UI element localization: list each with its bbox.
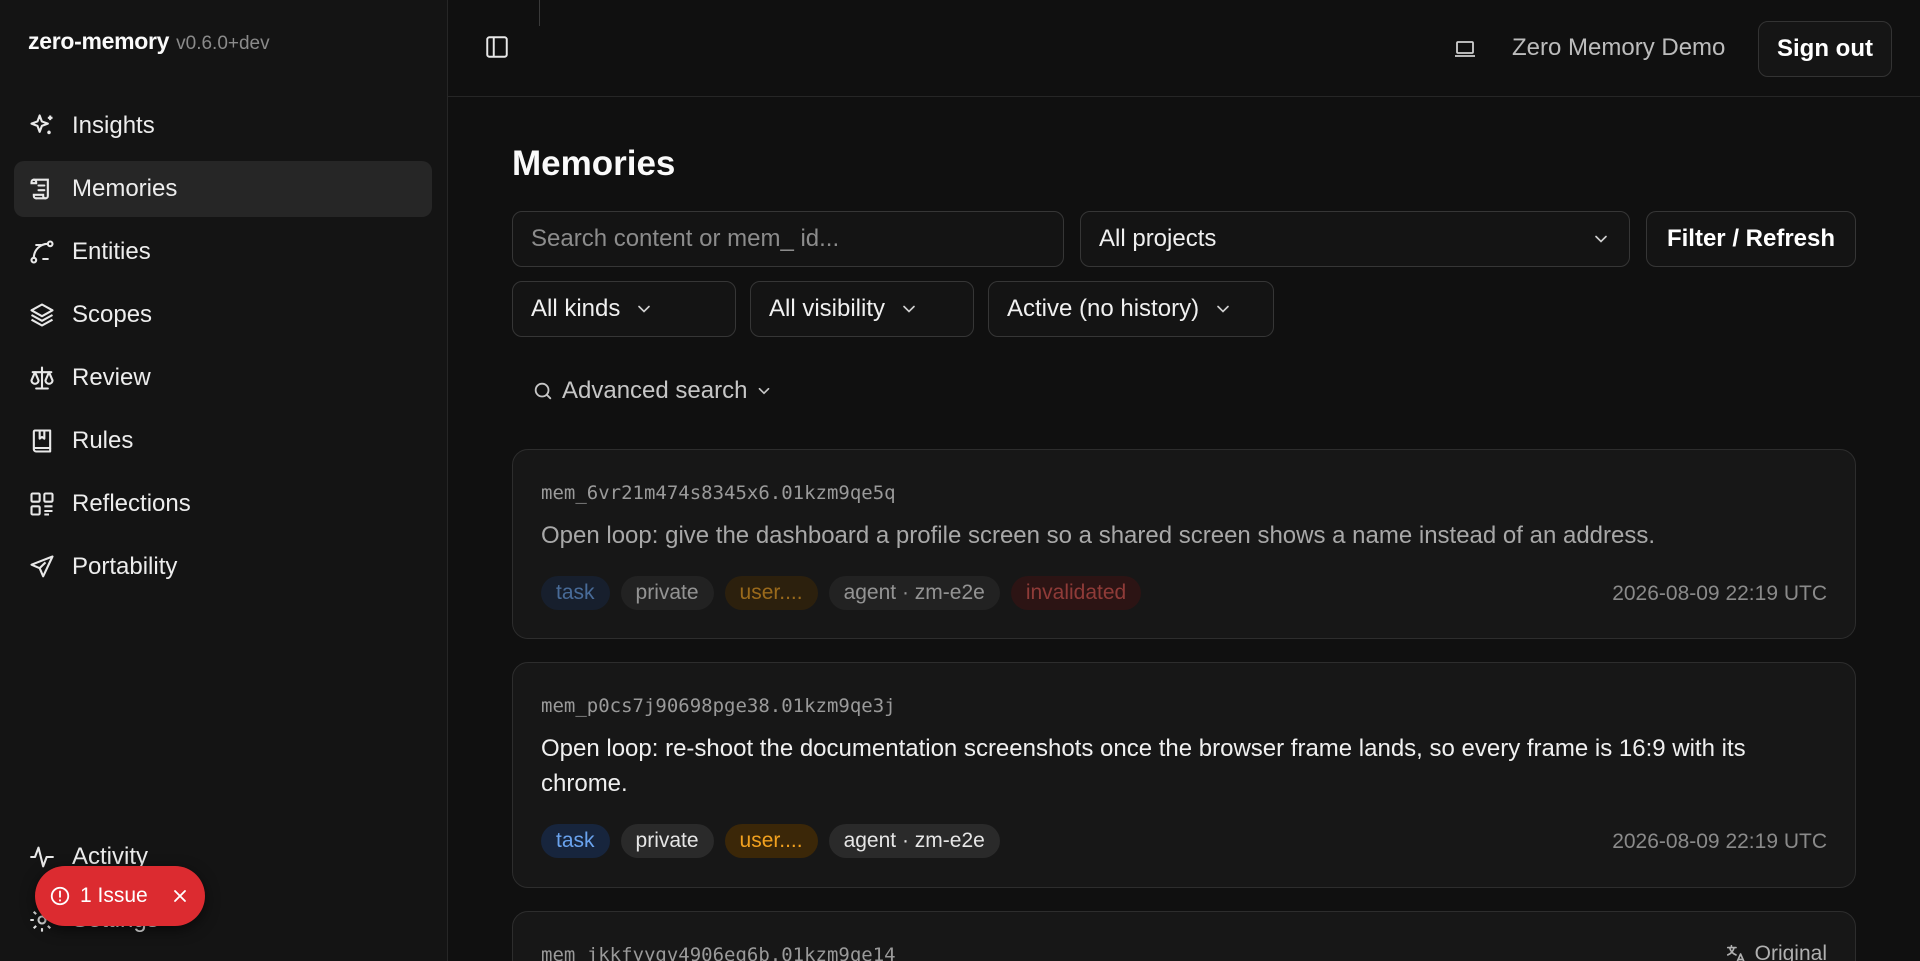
advanced-search-toggle[interactable]: Advanced search	[532, 377, 773, 405]
kind-select-value: All kinds	[531, 295, 621, 322]
sidebar-item-memories[interactable]: Memories	[14, 161, 432, 217]
memory-timestamp: 2026-08-09 22:19 UTC	[1612, 582, 1827, 605]
project-select-value: All projects	[1099, 225, 1217, 252]
sidebar-item-scopes[interactable]: Scopes	[14, 287, 432, 343]
memory-tags: task private user.... agent · zm-e2e inv…	[541, 576, 1142, 610]
memory-text: Open loop: give the dashboard a profile …	[541, 522, 1656, 549]
chevron-down-icon	[1595, 235, 1607, 243]
grid-icon	[30, 492, 54, 516]
original-label: Original	[1754, 942, 1827, 961]
main-content: Zero Memory Demo Sign out Memories Searc…	[448, 0, 1920, 961]
issue-count: 1 Issue	[80, 884, 148, 907]
sidebar-item-label: Insights	[72, 112, 155, 139]
status-select-value: Active (no history)	[1007, 295, 1200, 322]
brand-name: zero-memory	[28, 28, 170, 54]
sidebar-nav: Insights Memories Entities Scopes Review…	[14, 98, 432, 602]
sidebar-item-label: Reflections	[72, 490, 191, 517]
sidebar-toggle-icon[interactable]	[484, 34, 510, 60]
spline-icon	[30, 240, 54, 264]
filter-refresh-button[interactable]: Filter / Refresh	[1646, 211, 1856, 267]
search-placeholder: Search content or mem_ id...	[531, 225, 840, 252]
chevron-down-icon	[759, 387, 770, 395]
sidebar-item-label: Entities	[72, 238, 151, 265]
tag-scope: user....	[724, 824, 818, 858]
activity-icon	[30, 846, 54, 868]
project-select[interactable]: All projects	[1080, 211, 1630, 267]
memory-card[interactable]: mem_6vr21m474s8345x6.01kzm9qe5q Open loo…	[512, 449, 1856, 639]
org-name: Zero Memory Demo	[1512, 34, 1726, 61]
memory-card[interactable]: mem_p0cs7j90698pge38.01kzm9qe3j Open loo…	[512, 662, 1856, 888]
sidebar-item-label: Review	[72, 364, 151, 391]
status-select[interactable]: Active (no history)	[988, 281, 1274, 337]
sidebar-item-label: Memories	[72, 175, 178, 202]
sidebar: zero-memory v0.6.0+dev Insights Memories…	[0, 0, 448, 961]
visibility-select[interactable]: All visibility	[750, 281, 974, 337]
sidebar-item-entities[interactable]: Entities	[14, 224, 432, 280]
sidebar-item-label: Rules	[72, 427, 134, 454]
search-input[interactable]: Search content or mem_ id...	[512, 211, 1064, 267]
tag-visibility: private	[620, 576, 714, 610]
tag-visibility: private	[620, 824, 714, 858]
tag-kind: task	[541, 824, 610, 858]
sign-out-button[interactable]: Sign out	[1758, 21, 1892, 77]
advanced-search-label: Advanced search	[562, 377, 748, 404]
layers-icon	[30, 303, 54, 327]
tag-agent: agent · zm-e2e	[828, 824, 1000, 858]
scroll-icon	[30, 178, 49, 200]
chevron-down-icon	[903, 305, 915, 313]
chevron-down-icon	[1217, 305, 1229, 313]
brand-version: v0.6.0+dev	[176, 33, 270, 54]
tag-status: invalidated	[1010, 576, 1142, 610]
sidebar-item-label: Scopes	[72, 301, 153, 328]
kind-select[interactable]: All kinds	[512, 281, 736, 337]
page-title: Memories	[512, 144, 676, 183]
original-language-toggle[interactable]: Original	[1725, 942, 1827, 961]
translate-icon	[1726, 944, 1745, 961]
memory-id[interactable]: mem_p0cs7j90698pge38.01kzm9qe3j	[541, 695, 896, 717]
memory-timestamp: 2026-08-09 22:19 UTC	[1612, 830, 1827, 853]
top-bar: Zero Memory Demo Sign out	[448, 0, 1920, 97]
tag-kind: task	[541, 576, 610, 610]
memory-tags: task private user.... agent · zm-e2e	[541, 824, 1000, 858]
sidebar-item-rules[interactable]: Rules	[14, 413, 432, 469]
tag-agent: agent · zm-e2e	[828, 576, 1000, 610]
sidebar-item-insights[interactable]: Insights	[14, 98, 432, 154]
book-icon	[32, 429, 52, 453]
brand[interactable]: zero-memory v0.6.0+dev	[28, 28, 270, 55]
sidebar-item-label: Portability	[72, 553, 178, 580]
close-icon[interactable]	[170, 886, 190, 906]
sidebar-item-portability[interactable]: Portability	[14, 539, 432, 595]
plane-icon	[30, 555, 54, 578]
sidebar-item-review[interactable]: Review	[14, 350, 432, 406]
visibility-select-value: All visibility	[769, 295, 886, 322]
app-root: zero-memory v0.6.0+dev Insights Memories…	[0, 0, 1920, 961]
laptop-icon[interactable]	[1452, 37, 1478, 61]
alert-circle-icon	[50, 886, 70, 906]
memory-text: Open loop: re-shoot the documentation sc…	[541, 735, 1746, 797]
memory-id[interactable]: mem_6vr21m474s8345x6.01kzm9qe5q	[541, 482, 896, 504]
sidebar-item-reflections[interactable]: Reflections	[14, 476, 432, 532]
search-icon	[534, 382, 552, 400]
tag-scope: user....	[724, 576, 818, 610]
memory-id[interactable]: mem_jkkfyygv4906eg6b.01kzm9qe14	[541, 944, 896, 961]
top-divider	[539, 0, 540, 26]
issue-badge[interactable]: 1 Issue	[35, 866, 205, 926]
memory-card[interactable]: mem_jkkfyygv4906eg6b.01kzm9qe14 Original	[512, 911, 1856, 961]
chevron-down-icon	[638, 305, 651, 313]
scale-icon	[30, 366, 54, 390]
sparkles-icon	[30, 114, 53, 135]
